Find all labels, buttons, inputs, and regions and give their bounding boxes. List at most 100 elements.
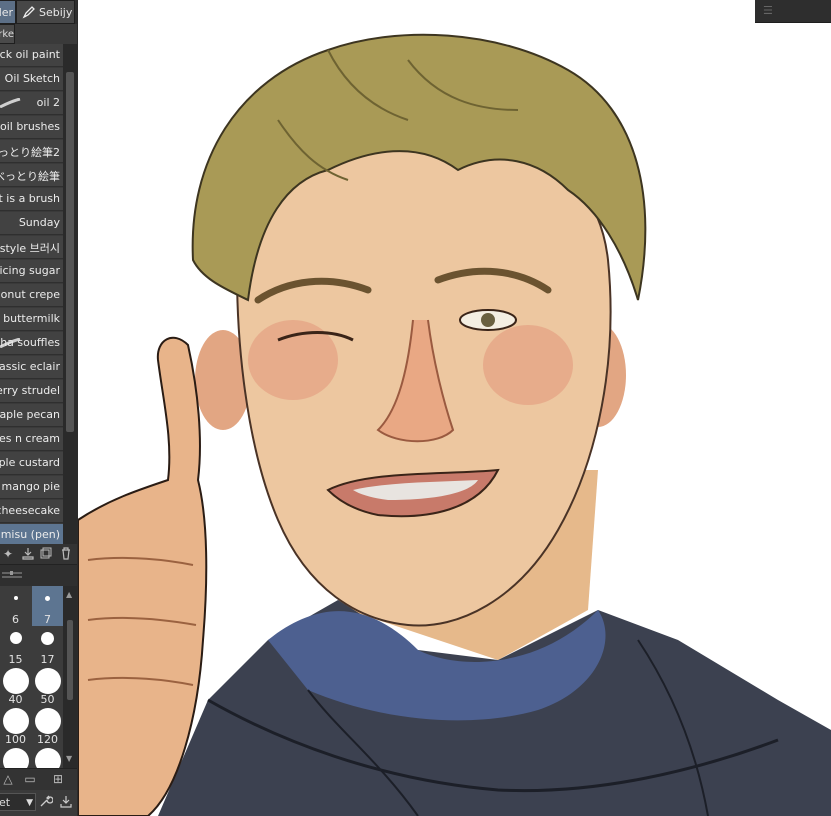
brush-item-label: Sunday xyxy=(18,216,60,229)
illustration xyxy=(78,33,831,816)
panel-tabs: der Sebijy xyxy=(0,0,77,24)
brush-item[interactable]: buttermilk xyxy=(0,308,63,331)
brush-item[interactable]: ramisu (pen) xyxy=(0,524,63,544)
brush-item-label: べっとり絵筆 xyxy=(0,170,60,183)
brush-item-label: S style 브러시 xyxy=(0,242,60,255)
size-dot xyxy=(2,668,29,694)
size-dot xyxy=(13,596,18,600)
brush-item[interactable]: sh mango pie xyxy=(0,476,63,499)
brush-item[interactable]: Oil Sketch xyxy=(0,68,63,91)
scroll-down-icon[interactable]: ▼ xyxy=(66,754,72,763)
scrollbar-thumb[interactable] xyxy=(66,72,74,432)
brush-item-label: it is a brush xyxy=(0,192,60,205)
brush-toolbar: ✦ xyxy=(0,544,77,564)
brush-item-label: oconut crepe xyxy=(0,288,60,301)
brush-size-option[interactable]: 15 xyxy=(0,626,31,666)
brush-size-option[interactable]: 50 xyxy=(32,666,63,706)
download-icon[interactable] xyxy=(58,794,74,810)
brush-stroke-preview-icon xyxy=(0,98,21,108)
brush-size-option[interactable]: 6 xyxy=(0,586,31,626)
brush-item[interactable]: Maple pecan xyxy=(0,404,63,427)
brush-list: hick oil paint Oil Sketch oil 2 2 oil brush… xyxy=(0,44,63,544)
tab-brush[interactable]: der xyxy=(0,0,16,24)
brush-item[interactable]: icing sugar xyxy=(0,260,63,283)
brush-item[interactable]: S style 브러시 xyxy=(0,236,63,259)
brush-item[interactable]: cheesecake xyxy=(0,500,63,523)
brush-size-option[interactable]: 120 xyxy=(32,706,63,746)
brush-size-option[interactable] xyxy=(0,746,31,768)
brush-item-label: icing sugar xyxy=(0,264,60,277)
brush-item[interactable]: pple custard xyxy=(0,452,63,475)
bottom-toolbar: △ ▭ ⊞ xyxy=(0,768,77,791)
top-right-panel: ☰ xyxy=(755,0,831,23)
drawing-canvas[interactable] xyxy=(78,0,831,816)
wrench-icon[interactable] xyxy=(38,794,54,810)
size-dot xyxy=(41,631,54,645)
layer-icon[interactable]: ▭ xyxy=(22,771,38,787)
menu-icon[interactable]: ☰ xyxy=(763,4,773,17)
brush-item[interactable]: 2 oil brushes xyxy=(0,116,63,139)
brush-item-label: 2 oil brushes xyxy=(0,120,60,133)
size-dot xyxy=(2,708,29,734)
size-label: 40 xyxy=(8,693,23,706)
size-menu-icon[interactable] xyxy=(2,570,22,582)
brush-size-option[interactable]: 100 xyxy=(0,706,31,746)
brush-item[interactable]: べっとり絵筆 xyxy=(0,164,63,187)
size-dot xyxy=(34,668,61,694)
import-icon[interactable] xyxy=(20,546,36,562)
brush-item[interactable]: Sunday xyxy=(0,212,63,235)
size-dot xyxy=(45,595,50,601)
duplicate-icon[interactable] xyxy=(38,546,54,562)
size-label: 100 xyxy=(5,733,26,746)
preset-select[interactable]: et ▼ xyxy=(0,793,36,811)
brush-item[interactable]: it is a brush xyxy=(0,188,63,211)
size-dot xyxy=(34,708,61,734)
preset-value: et xyxy=(0,796,11,809)
brush-panel: der Sebijy rke hick oil paint Oil Sketch o… xyxy=(0,0,77,816)
brush-item[interactable]: oconut crepe xyxy=(0,284,63,307)
brush-item-label: classic eclair xyxy=(0,360,60,373)
settings-icon[interactable]: ✦ xyxy=(0,546,16,562)
size-label: 120 xyxy=(37,733,58,746)
brush-size-option[interactable] xyxy=(32,746,63,768)
brush-item-label: buttermilk xyxy=(3,312,60,325)
size-label: 7 xyxy=(44,613,51,626)
brush-size-option[interactable]: 17 xyxy=(32,626,63,666)
triangle-icon[interactable]: △ xyxy=(0,771,16,787)
tab-sebijy-label: Sebijy xyxy=(39,6,73,19)
grid-icon[interactable]: ⊞ xyxy=(50,771,66,787)
size-dot xyxy=(9,632,22,644)
size-label: 50 xyxy=(40,693,55,706)
brush-list-scrollbar[interactable] xyxy=(63,44,77,544)
tab-sebijy[interactable]: Sebijy xyxy=(16,0,75,24)
tab-marker[interactable]: rke xyxy=(0,24,15,44)
brush-size-header xyxy=(0,564,77,587)
brush-size-option[interactable]: 40 xyxy=(0,666,31,706)
size-dot xyxy=(34,748,61,768)
brush-item-label: Oil Sketch xyxy=(4,72,60,85)
brush-item-label: ramisu (pen) xyxy=(0,528,60,541)
color-swatch-strip[interactable] xyxy=(0,812,77,816)
brush-item[interactable]: べっとり絵筆2 xyxy=(0,140,63,163)
brush-item[interactable]: oil 2 xyxy=(0,92,63,115)
brush-item[interactable]: kies n cream xyxy=(0,428,63,451)
brush-item[interactable]: classic eclair xyxy=(0,356,63,379)
size-scrollbar[interactable]: ▲ ▼ xyxy=(63,586,77,768)
brush-item[interactable]: ocha souffles xyxy=(0,332,63,355)
brush-item[interactable]: hick oil paint xyxy=(0,44,63,67)
scroll-up-icon[interactable]: ▲ xyxy=(66,590,72,599)
chevron-down-icon: ▼ xyxy=(26,798,33,808)
size-label: 6 xyxy=(12,613,19,626)
brush-item-label: Maple pecan xyxy=(0,408,60,421)
brush-item-label: oil 2 xyxy=(36,96,60,109)
brush-item-label: Cherry strudel xyxy=(0,384,60,397)
scrollbar-thumb[interactable] xyxy=(67,620,73,700)
brush-item-label: sh mango pie xyxy=(0,480,60,493)
trash-icon[interactable] xyxy=(58,546,74,562)
brush-size-grid: 6 7 15 17 40 50 100 120 xyxy=(0,586,63,768)
brush-item[interactable]: Cherry strudel xyxy=(0,380,63,403)
brush-item-label: べっとり絵筆2 xyxy=(0,146,60,159)
brush-item-label: cheesecake xyxy=(0,504,60,517)
size-dot xyxy=(2,748,29,768)
brush-size-option[interactable]: 7 xyxy=(32,586,63,626)
